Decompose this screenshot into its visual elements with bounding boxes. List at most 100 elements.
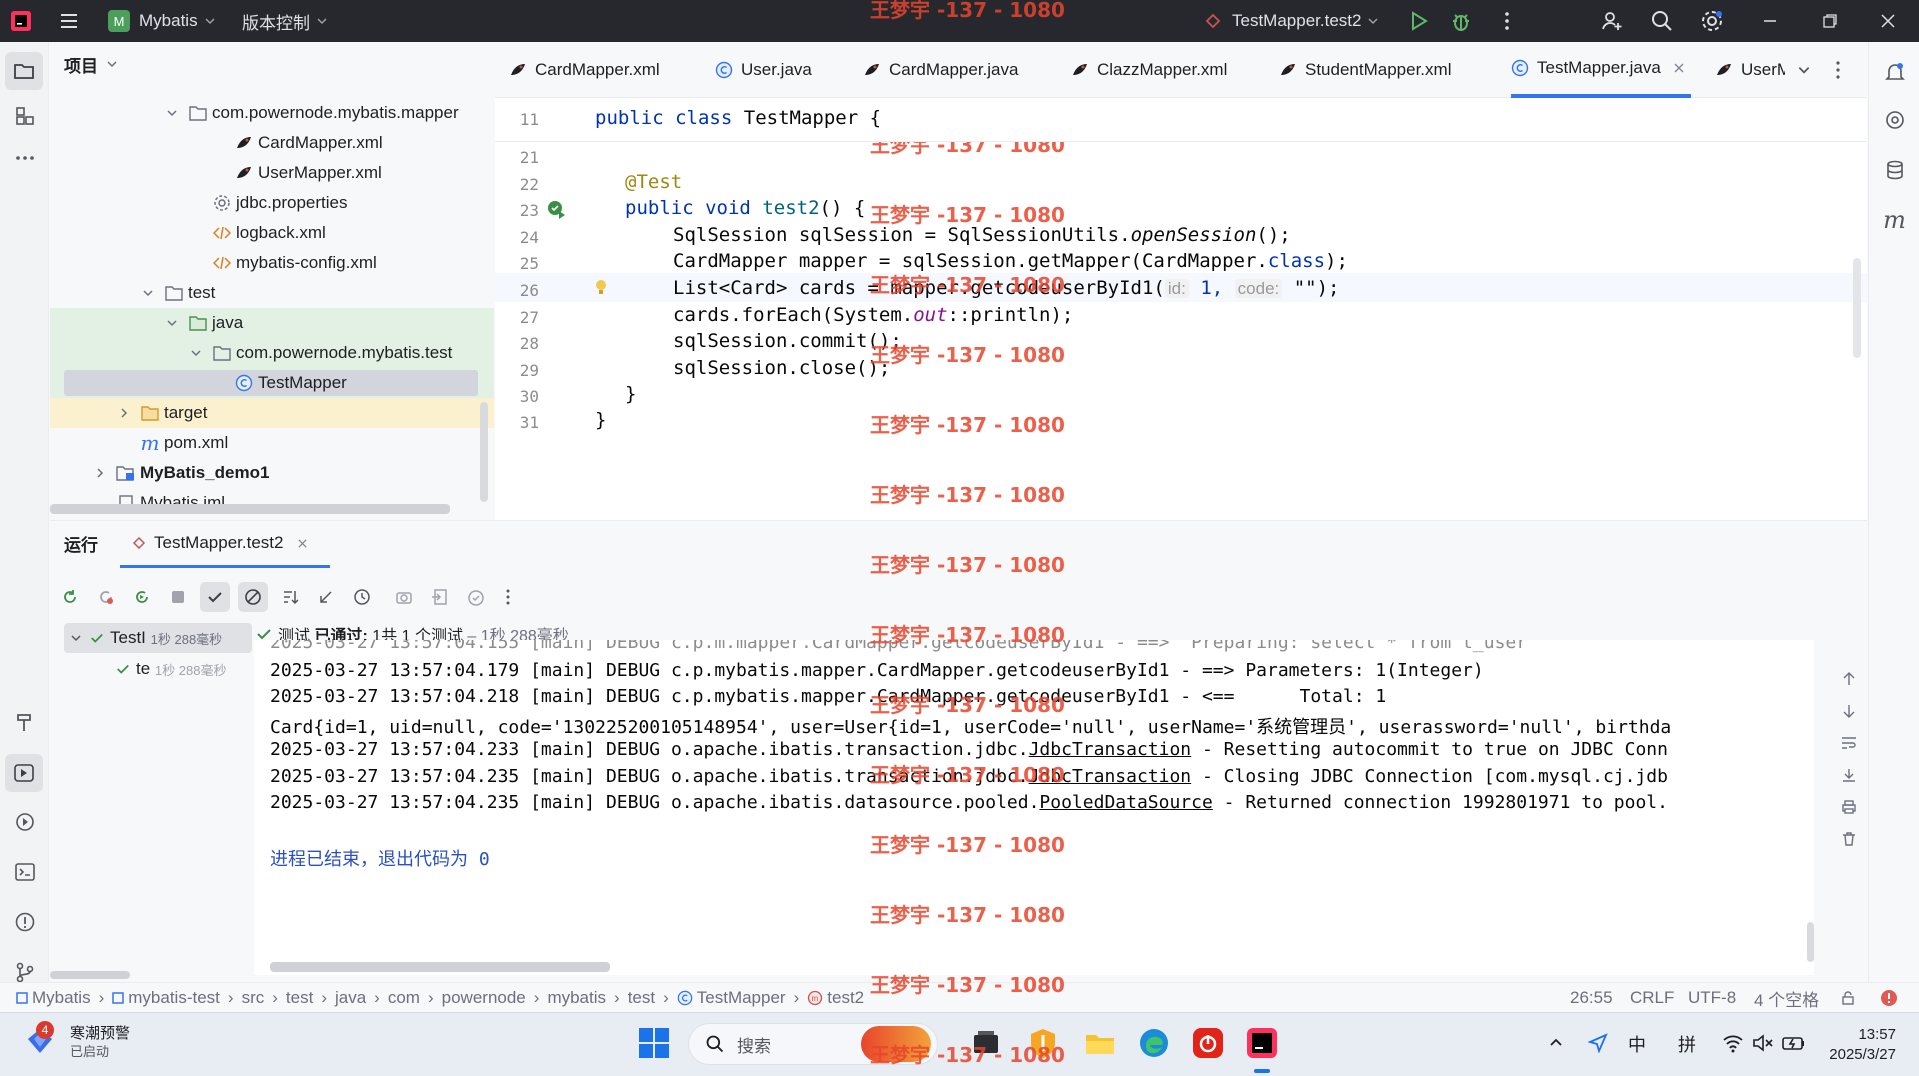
tree-item-usermapper-xml[interactable]: UserMapper.xml bbox=[50, 158, 494, 188]
rerun-icon[interactable] bbox=[56, 588, 84, 606]
main-menu-icon[interactable] bbox=[58, 0, 80, 42]
ai-assistant-icon[interactable] bbox=[1869, 100, 1919, 140]
run-tool-button[interactable] bbox=[5, 754, 43, 792]
project-panel-header[interactable]: 项目 bbox=[64, 42, 118, 86]
breadcrumb-item[interactable]: com bbox=[388, 988, 420, 1008]
tab-testmapper-java-active[interactable]: TestMapper.java bbox=[1511, 42, 1691, 98]
weather-widget[interactable]: 4 寒潮预警 已启动 bbox=[24, 1021, 130, 1061]
breadcrumb-item[interactable]: src bbox=[242, 988, 265, 1008]
console-link[interactable]: JdbcTransaction bbox=[1029, 739, 1192, 760]
breadcrumb-item[interactable]: test bbox=[286, 988, 313, 1008]
collapse-all-icon[interactable] bbox=[312, 588, 340, 606]
terminal-icon[interactable] bbox=[0, 852, 49, 892]
test-tree-child[interactable]: te 1秒 288毫秒 bbox=[116, 655, 226, 683]
scroll-to-end-icon[interactable] bbox=[1834, 767, 1864, 799]
database-icon[interactable] bbox=[1869, 150, 1919, 190]
test-tree-root[interactable]: TestI 1秒 288毫秒 bbox=[64, 623, 252, 653]
windows-start-icon[interactable] bbox=[638, 1027, 670, 1059]
print-icon[interactable] bbox=[1834, 799, 1864, 831]
close-tab-icon[interactable] bbox=[297, 538, 308, 549]
tree-item-module[interactable]: MyBatis_demo1 bbox=[50, 458, 494, 488]
console-h-scrollbar[interactable] bbox=[270, 962, 610, 972]
vertical-scrollbar[interactable] bbox=[480, 402, 488, 502]
ime-chinese-toggle[interactable]: 中 bbox=[1628, 1031, 1646, 1057]
horizontal-scrollbar[interactable] bbox=[50, 504, 450, 514]
show-passed-icon[interactable] bbox=[200, 582, 230, 612]
breadcrumb-item[interactable]: m test2 bbox=[807, 988, 864, 1008]
tab-studentmapper-xml[interactable]: StudentMapper.xml bbox=[1279, 42, 1451, 98]
run-button[interactable] bbox=[1408, 0, 1430, 42]
tab-user-java[interactable]: User.java bbox=[715, 42, 812, 98]
tab-usermapper-truncated[interactable]: UserM bbox=[1715, 42, 1785, 98]
settings-gear-icon[interactable] bbox=[1700, 0, 1724, 42]
file-explorer-icon[interactable] bbox=[1084, 1027, 1116, 1059]
edge-browser-icon[interactable] bbox=[1138, 1027, 1170, 1059]
error-indicator-icon[interactable] bbox=[1880, 983, 1898, 1013]
add-user-icon[interactable] bbox=[1600, 0, 1624, 42]
code-editor[interactable]: 11 public class TestMapper { 20 21 22 23… bbox=[495, 98, 1867, 520]
more-options-icon[interactable] bbox=[498, 588, 518, 606]
trash-icon[interactable] bbox=[1834, 831, 1864, 863]
scroll-up-icon[interactable] bbox=[1834, 671, 1864, 703]
tab-clazzmapper-xml[interactable]: ClazzMapper.xml bbox=[1071, 42, 1227, 98]
battery-charging-icon[interactable] bbox=[1782, 1033, 1806, 1053]
tab-cardmapper-java[interactable]: CardMapper.java bbox=[863, 42, 1018, 98]
caret-position[interactable]: 26:55 bbox=[1570, 983, 1613, 1013]
toggle-auto-test-icon[interactable] bbox=[128, 588, 156, 606]
restore-window-icon[interactable] bbox=[1822, 0, 1838, 42]
soft-wrap-icon[interactable] bbox=[1834, 735, 1864, 767]
rerun-failed-icon[interactable] bbox=[92, 588, 120, 606]
intellij-logo-icon[interactable] bbox=[10, 0, 32, 42]
tree-item-mybatis-config-xml[interactable]: mybatis-config.xml bbox=[50, 248, 494, 278]
breadcrumb-item[interactable]: test bbox=[628, 988, 655, 1008]
console-v-scrollbar[interactable] bbox=[1807, 922, 1814, 962]
problems-icon[interactable] bbox=[0, 902, 49, 942]
stop-icon[interactable] bbox=[164, 589, 192, 605]
clock[interactable]: 13:57 2025/3/27 bbox=[1820, 1025, 1896, 1065]
close-tab-icon[interactable] bbox=[1673, 62, 1685, 74]
tree-item-test-package[interactable]: com.powernode.mybatis.test bbox=[50, 338, 494, 368]
coverage-icon[interactable] bbox=[462, 588, 490, 606]
console-link[interactable]: PooledDataSource bbox=[1039, 792, 1212, 813]
tree-item-mapper-package[interactable]: com.powernode.mybatis.mapper bbox=[50, 98, 494, 128]
run-config-selector[interactable]: TestMapper.test2 bbox=[1204, 0, 1379, 42]
tab-cardmapper-xml[interactable]: CardMapper.xml bbox=[509, 42, 660, 98]
breadcrumb-item[interactable]: powernode bbox=[442, 988, 526, 1008]
tree-item-test-folder[interactable]: test bbox=[50, 278, 494, 308]
breadcrumb-item[interactable]: java bbox=[335, 988, 366, 1008]
services-tool-icon[interactable] bbox=[0, 802, 49, 842]
show-ignored-icon[interactable] bbox=[238, 582, 268, 612]
search-everywhere-icon[interactable] bbox=[1650, 0, 1674, 42]
close-window-icon[interactable] bbox=[1880, 0, 1896, 42]
breadcrumb-item[interactable]: mybatis-test bbox=[112, 988, 220, 1008]
line-separator[interactable]: CRLF bbox=[1630, 983, 1674, 1013]
netease-music-icon[interactable] bbox=[1192, 1027, 1224, 1059]
tree-item-logback-xml[interactable]: logback.xml bbox=[50, 218, 494, 248]
breadcrumb-item[interactable]: Mybatis bbox=[16, 988, 91, 1008]
notifications-bell-icon[interactable] bbox=[1869, 52, 1919, 92]
ime-pinyin-toggle[interactable]: 拼 bbox=[1678, 1031, 1696, 1057]
history-clock-icon[interactable] bbox=[348, 588, 376, 606]
structure-tool-button[interactable] bbox=[0, 96, 49, 136]
tab-more-icon[interactable] bbox=[1835, 42, 1841, 98]
maven-tool-icon[interactable]: m bbox=[1869, 200, 1919, 240]
tree-item-testmapper[interactable]: TestMapper bbox=[50, 368, 494, 398]
intention-bulb-icon[interactable] bbox=[594, 279, 608, 297]
import-icon[interactable] bbox=[426, 588, 454, 606]
vcs-menu[interactable]: 版本控制 bbox=[242, 0, 328, 42]
more-actions-icon[interactable] bbox=[1496, 0, 1518, 42]
run-tab-testmapper[interactable]: TestMapper.test2 bbox=[120, 521, 330, 568]
indent-setting[interactable]: 4 个空格 bbox=[1754, 983, 1819, 1013]
camera-icon[interactable] bbox=[390, 588, 418, 606]
tree-item-pom-xml[interactable]: m pom.xml bbox=[50, 428, 494, 458]
file-encoding[interactable]: UTF-8 bbox=[1688, 983, 1736, 1013]
volume-muted-icon[interactable] bbox=[1752, 1033, 1774, 1053]
more-tools-icon[interactable] bbox=[0, 138, 49, 178]
project-switcher[interactable]: M Mybatis bbox=[108, 0, 216, 42]
sort-icon[interactable] bbox=[276, 588, 304, 606]
location-arrow-icon[interactable] bbox=[1588, 1033, 1608, 1053]
tab-list-dropdown[interactable] bbox=[1797, 42, 1811, 98]
tree-item-jdbc-properties[interactable]: jdbc.properties bbox=[50, 188, 494, 218]
tray-overflow-chevron-icon[interactable] bbox=[1548, 1035, 1564, 1051]
tree-item-target-folder[interactable]: target bbox=[50, 398, 494, 428]
